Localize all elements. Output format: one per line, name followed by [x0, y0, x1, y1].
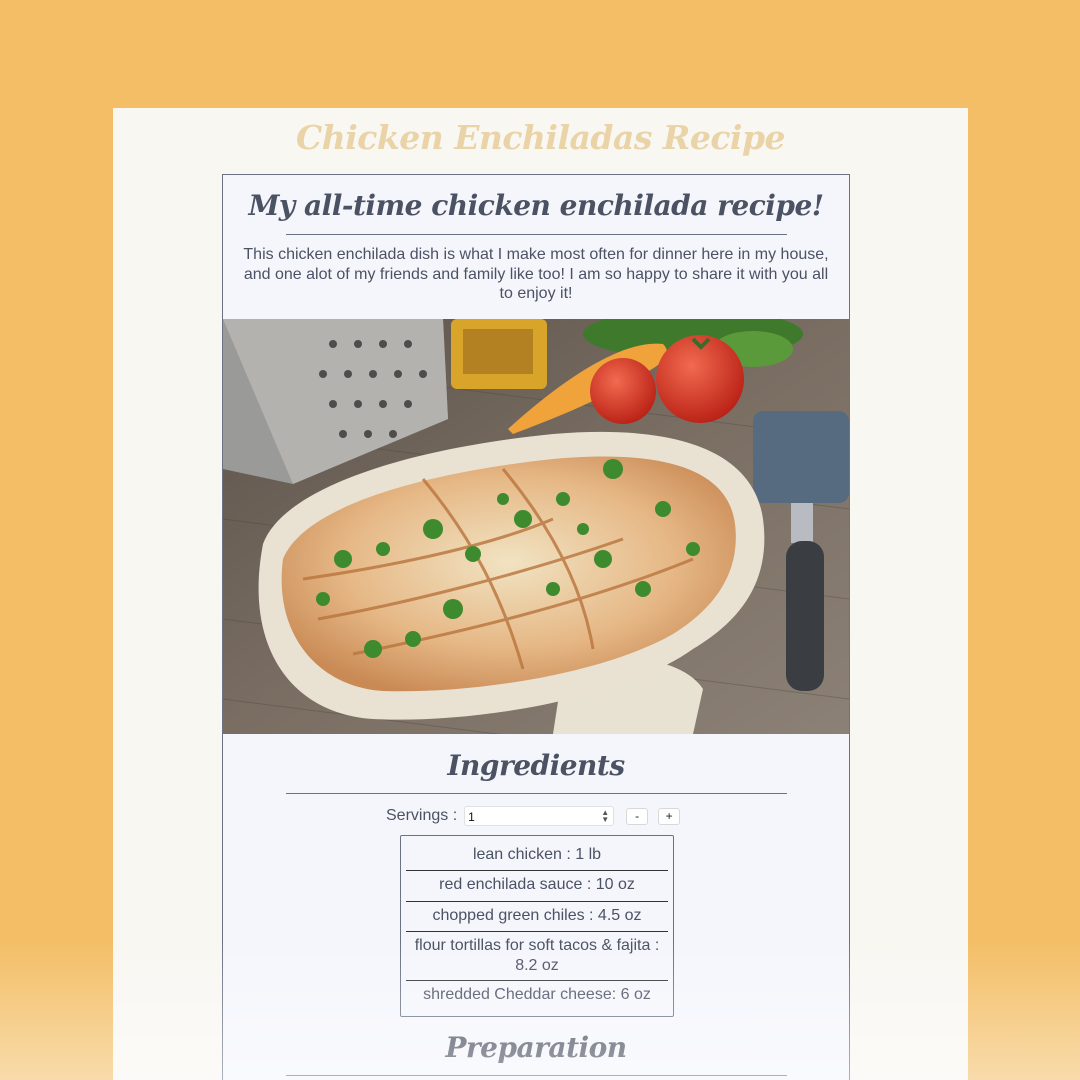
ingredient-item: red enchilada sauce : 10 oz	[439, 876, 635, 893]
spinner-arrows-icon[interactable]: ▲ ▼	[601, 809, 609, 824]
decrement-servings-button[interactable]: -	[626, 807, 649, 825]
recipe-intro: This chicken enchilada dish is what I ma…	[243, 246, 829, 302]
enchiladas-dish-image	[223, 319, 849, 734]
servings-input[interactable]: 1 ▲ ▼	[464, 806, 615, 826]
enchiladas-photo	[223, 319, 849, 734]
page-title: Chicken Enchiladas Recipe	[295, 118, 786, 157]
preparation-divider	[286, 1075, 787, 1076]
servings-value: 1	[468, 810, 475, 824]
ingredient-item: chopped green chiles : 4.5 oz	[432, 907, 642, 924]
preparation-heading: Preparation	[445, 1031, 627, 1064]
ingredients-divider	[286, 793, 787, 794]
increment-servings-button[interactable]: +	[658, 807, 681, 825]
recipe-card: My all-time chicken enchilada recipe! Th…	[222, 174, 850, 1080]
ingredient-divider	[406, 980, 668, 981]
ingredient-item: flour tortillas for soft tacos & fajita …	[414, 937, 660, 974]
servings-control: Servings : 1 ▲ ▼ - +	[386, 805, 681, 827]
ingredient-item: lean chicken : 1 lb	[472, 846, 602, 863]
ingredient-divider	[406, 901, 668, 902]
ingredients-heading: Ingredients	[447, 749, 625, 782]
page-sheet: Chicken Enchiladas Recipe My all-time ch…	[113, 108, 968, 1080]
ingredient-divider	[406, 931, 668, 932]
heading-divider	[286, 234, 787, 235]
servings-label: Servings :	[386, 807, 458, 824]
ingredient-divider	[406, 870, 668, 871]
ingredients-list: lean chicken : 1 lb red enchilada sauce …	[400, 835, 674, 1017]
recipe-heading: My all-time chicken enchilada recipe!	[248, 189, 824, 222]
ingredient-item: shredded Cheddar cheese: 6 oz	[423, 986, 651, 1003]
